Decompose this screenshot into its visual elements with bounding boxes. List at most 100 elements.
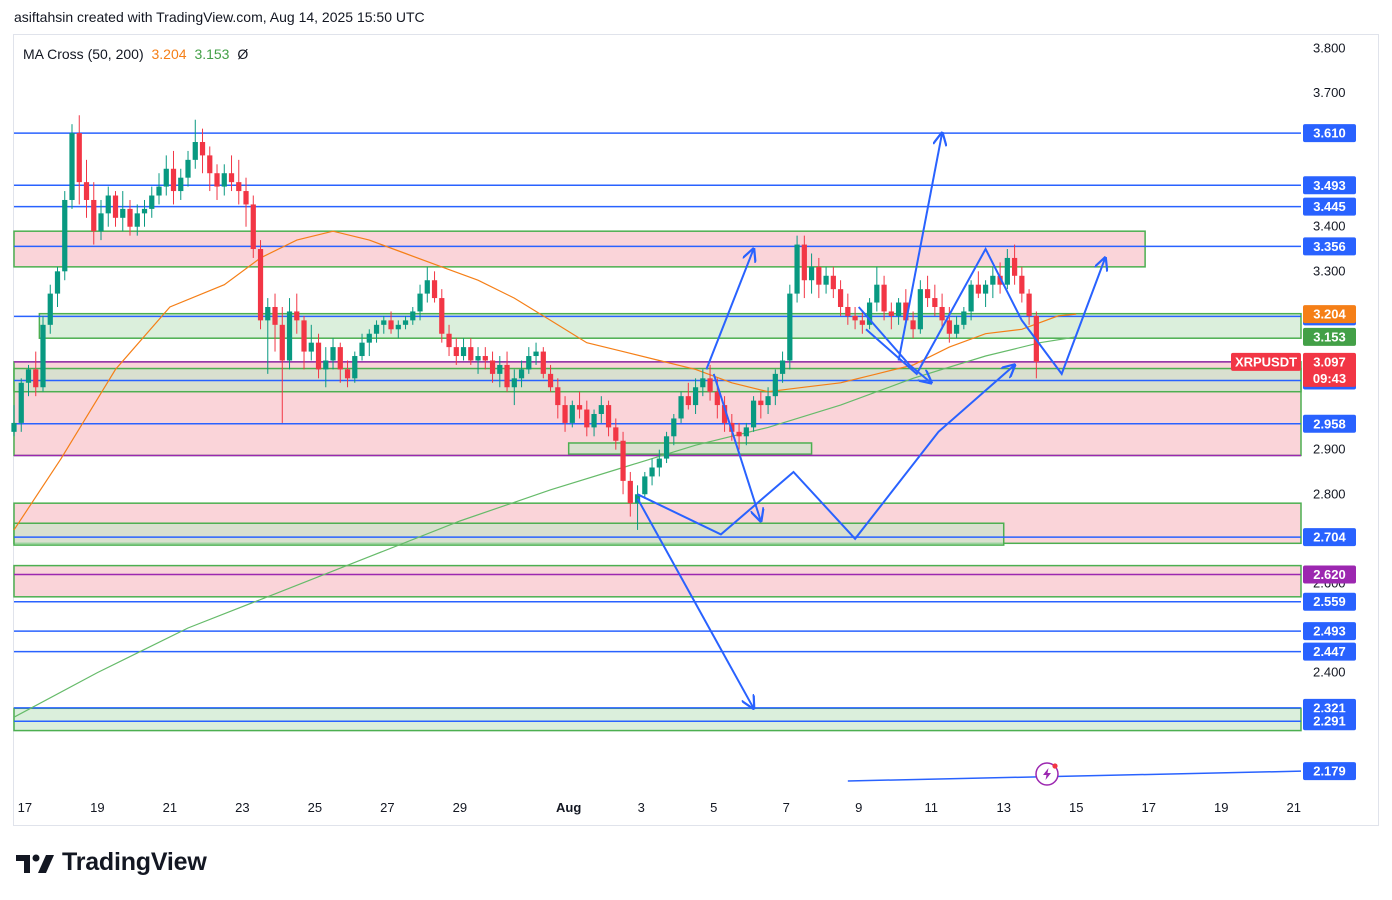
candle-body — [816, 266, 822, 285]
candle-body — [518, 369, 525, 379]
candle-125 — [917, 280, 923, 334]
candle-body — [772, 373, 778, 397]
indicator-legend[interactable]: MA Cross (50, 200) 3.204 3.153 Ø — [23, 46, 248, 62]
candle-body — [308, 342, 314, 352]
candle-body — [939, 306, 945, 321]
candle-body — [149, 195, 155, 209]
candle-body — [736, 431, 742, 437]
candle-body — [917, 289, 923, 330]
candle-body — [141, 208, 148, 214]
candle-body — [120, 208, 126, 218]
candle-57 — [424, 266, 430, 303]
date-tick-8: 3 — [638, 800, 645, 815]
candle-body — [620, 440, 626, 481]
candle-7 — [62, 191, 68, 281]
candle-13 — [105, 186, 111, 227]
candle-body — [156, 186, 162, 196]
candle-63 — [468, 338, 474, 365]
date-tick-15: 17 — [1142, 800, 1156, 815]
candle-body — [663, 436, 670, 459]
candle-8 — [69, 124, 75, 209]
candle-33 — [250, 195, 256, 258]
candle-body — [482, 356, 488, 361]
level-tag-3: 3.356 — [1313, 239, 1346, 254]
price-tick-3: 3.300 — [1313, 263, 1346, 278]
candle-body — [47, 293, 53, 325]
candle-body — [40, 324, 46, 388]
candle-body — [163, 168, 169, 187]
candle-25 — [192, 119, 198, 169]
candle-body — [1026, 293, 1032, 316]
candle-113 — [830, 266, 836, 299]
candle-107 — [787, 284, 793, 370]
candle-27 — [207, 146, 213, 192]
candle-body — [743, 427, 749, 437]
date-tick-2: 21 — [163, 800, 177, 815]
candle-body — [1019, 275, 1025, 294]
level-tag-10: 2.620 — [1313, 567, 1346, 582]
price-tick-2: 3.400 — [1313, 219, 1346, 234]
candle-31 — [236, 159, 242, 205]
price-tick-5: 2.800 — [1313, 486, 1346, 501]
candle-body — [221, 173, 227, 187]
candle-body — [489, 360, 496, 374]
candle-body — [504, 364, 510, 388]
candle-body — [69, 133, 75, 200]
candle-127 — [932, 284, 938, 316]
countdown-tag: 09:43 — [1313, 371, 1346, 386]
level-tag-0: 3.610 — [1313, 126, 1346, 141]
candle-73 — [540, 347, 546, 379]
candle-6 — [54, 266, 61, 307]
candle-body — [692, 387, 699, 406]
level-tag-15: 2.291 — [1313, 714, 1346, 729]
candle-23 — [178, 168, 184, 200]
date-tick-4: 25 — [308, 800, 322, 815]
candle-body — [439, 298, 445, 334]
candle-102 — [750, 396, 757, 432]
candle-body — [584, 409, 590, 428]
candle-body — [910, 320, 916, 330]
candle-body — [982, 284, 989, 294]
legend-slow-value: 3.153 — [194, 46, 230, 62]
candle-body — [236, 182, 242, 192]
price-chart[interactable]: 3.8003.7003.4003.3002.9002.8002.6002.400… — [0, 0, 1392, 900]
candle-body — [62, 199, 68, 272]
candle-body — [323, 360, 329, 370]
candle-139 — [1019, 266, 1025, 303]
candle-body — [823, 275, 829, 285]
candle-body — [228, 173, 235, 183]
time-axis: 17 19 21 23 25 27 29 Aug 3 5 7 9 11 13 15 17 19 21 — [18, 800, 1301, 815]
candle-body — [352, 356, 358, 379]
candle-body — [779, 360, 786, 374]
candle-21 — [163, 155, 169, 196]
alert-icon[interactable] — [1035, 762, 1059, 786]
candle-body — [257, 249, 264, 321]
candle-body — [373, 324, 380, 334]
level-tag-2: 3.445 — [1313, 199, 1346, 214]
candle-body — [301, 320, 307, 352]
candle-body — [468, 347, 474, 361]
ma-tag-0: 3.204 — [1313, 307, 1346, 322]
candle-body — [808, 266, 815, 281]
candle-body — [598, 405, 604, 414]
candle-92 — [678, 391, 684, 423]
candle-body — [888, 311, 894, 316]
candle-body — [649, 467, 655, 477]
candle-body — [279, 324, 285, 361]
candle-body — [678, 396, 684, 419]
candle-body — [707, 378, 713, 392]
candle-body — [402, 320, 409, 325]
candle-126 — [924, 275, 931, 307]
candle-body — [1004, 257, 1010, 285]
candle-9 — [76, 115, 82, 205]
candle-body — [605, 405, 612, 428]
candle-28 — [214, 164, 220, 200]
candle-body — [852, 315, 858, 321]
tradingview-brand[interactable]: TradingView — [16, 848, 207, 877]
candle-body — [243, 191, 249, 205]
candle-body — [1011, 257, 1018, 276]
candle-body — [990, 275, 996, 285]
current-price-tag: 3.097 — [1313, 354, 1346, 369]
candle-body — [576, 405, 583, 410]
candle-36 — [272, 293, 278, 352]
